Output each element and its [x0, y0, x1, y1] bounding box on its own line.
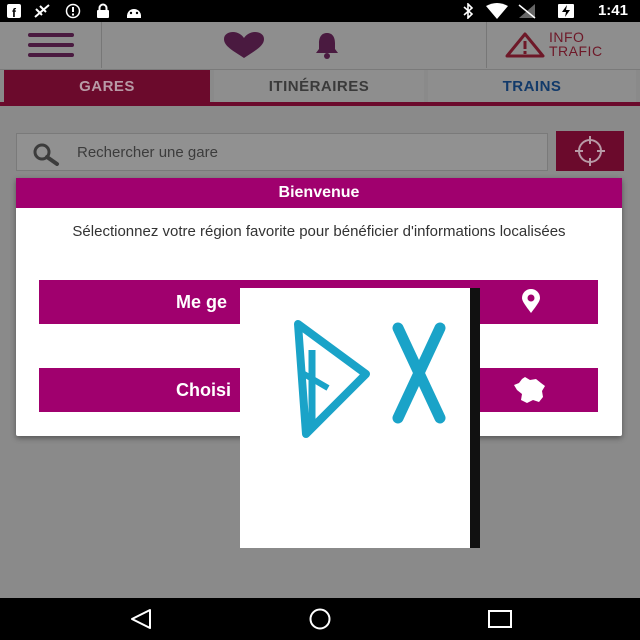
app-bar: INFO TRAFIC	[0, 22, 640, 70]
tab-itineraires[interactable]: ITINÉRAIRES	[214, 70, 424, 102]
status-bar: f 1:41	[0, 0, 640, 22]
info-trafic-line2: TRAFIC	[549, 43, 603, 59]
facebook-icon: f	[6, 3, 22, 19]
lock-icon	[94, 3, 112, 19]
nav-bar	[0, 598, 640, 640]
dialog-message: Sélectionnez votre région favorite pour …	[72, 223, 566, 240]
no-sim-icon	[516, 3, 538, 19]
back-icon[interactable]	[128, 608, 154, 630]
android-icon	[124, 3, 144, 19]
tab-gares[interactable]: GARES	[4, 70, 210, 102]
home-icon[interactable]	[305, 608, 335, 630]
overlay-image	[240, 288, 480, 548]
crosshair-icon	[575, 136, 605, 166]
warning-icon	[505, 32, 545, 58]
bell-icon[interactable]	[312, 30, 342, 60]
play-x-logo-icon	[294, 320, 446, 438]
choose-region-button-label: Choisi	[176, 380, 232, 400]
bluetooth-icon	[460, 3, 476, 19]
heart-icon[interactable]	[222, 32, 266, 58]
status-time: 1:41	[597, 2, 628, 19]
dialog-title: Bienvenue	[16, 178, 622, 208]
no-signal-icon	[32, 3, 52, 19]
locate-button[interactable]	[556, 131, 624, 171]
location-pin-icon	[522, 289, 540, 313]
info-trafic-button[interactable]: INFO TRAFIC	[486, 22, 640, 68]
search-input[interactable]: Rechercher une gare	[16, 133, 548, 171]
recents-icon[interactable]	[486, 608, 514, 630]
info-trafic-line1: INFO	[549, 29, 585, 45]
wifi-icon	[484, 3, 510, 19]
menu-button[interactable]	[0, 22, 102, 68]
search-placeholder: Rechercher une gare	[77, 144, 218, 161]
search-icon	[33, 143, 59, 166]
info-icon	[64, 3, 82, 19]
battery-charging-icon	[556, 3, 576, 19]
tab-bar: GARES ITINÉRAIRES TRAINS	[0, 70, 640, 106]
geolocate-button-label: Me ge	[176, 292, 228, 312]
france-map-icon	[514, 377, 545, 403]
tab-underline	[0, 102, 640, 106]
overlay-edge	[470, 288, 480, 548]
tab-trains[interactable]: TRAINS	[428, 70, 636, 102]
